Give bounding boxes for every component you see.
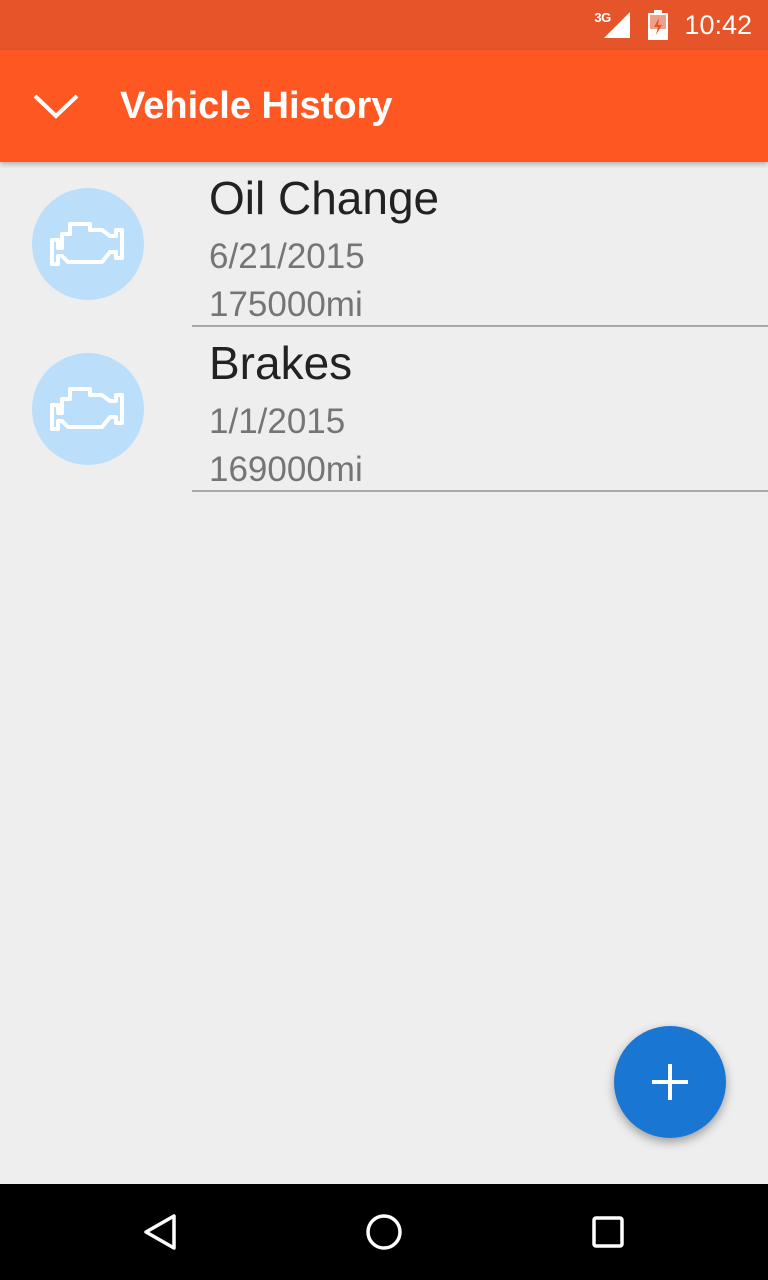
home-button[interactable] bbox=[336, 1184, 432, 1280]
entry-mileage: 175000mi bbox=[209, 285, 363, 324]
recents-button[interactable] bbox=[560, 1184, 656, 1280]
engine-icon bbox=[50, 387, 124, 431]
divider bbox=[192, 490, 768, 492]
entry-title: Oil Change bbox=[209, 172, 440, 224]
entry-date: 1/1/2015 bbox=[209, 402, 346, 441]
chevron-down-icon bbox=[33, 94, 79, 119]
plus-icon bbox=[652, 1064, 688, 1100]
entry-date: 6/21/2015 bbox=[209, 237, 365, 276]
add-entry-button[interactable] bbox=[614, 1026, 726, 1138]
entry-mileage: 169000mi bbox=[209, 450, 363, 489]
list-item[interactable]: Oil Change 6/21/2015 175000mi bbox=[0, 162, 768, 327]
signal-icon: 3G bbox=[594, 10, 632, 40]
home-icon bbox=[366, 1214, 402, 1250]
back-icon bbox=[144, 1214, 176, 1250]
list-item[interactable]: Brakes 1/1/2015 169000mi bbox=[0, 327, 768, 492]
engine-icon bbox=[50, 222, 124, 266]
recents-icon bbox=[592, 1216, 624, 1248]
clock: 10:42 bbox=[684, 9, 752, 40]
battery-icon bbox=[648, 10, 669, 40]
system-nav-bar bbox=[0, 1184, 768, 1280]
history-list: Oil Change 6/21/2015 175000mi Brakes 1/1… bbox=[0, 162, 768, 492]
collapse-button[interactable] bbox=[24, 78, 88, 134]
status-icons: 3G 10:42 bbox=[594, 0, 752, 50]
avatar bbox=[32, 188, 144, 300]
page-title: Vehicle History bbox=[120, 84, 393, 127]
entry-title: Brakes bbox=[209, 337, 353, 389]
avatar bbox=[32, 353, 144, 465]
back-button[interactable] bbox=[112, 1184, 208, 1280]
app-bar: Vehicle History bbox=[0, 50, 768, 162]
status-bar: 3G 10:42 bbox=[0, 0, 768, 50]
